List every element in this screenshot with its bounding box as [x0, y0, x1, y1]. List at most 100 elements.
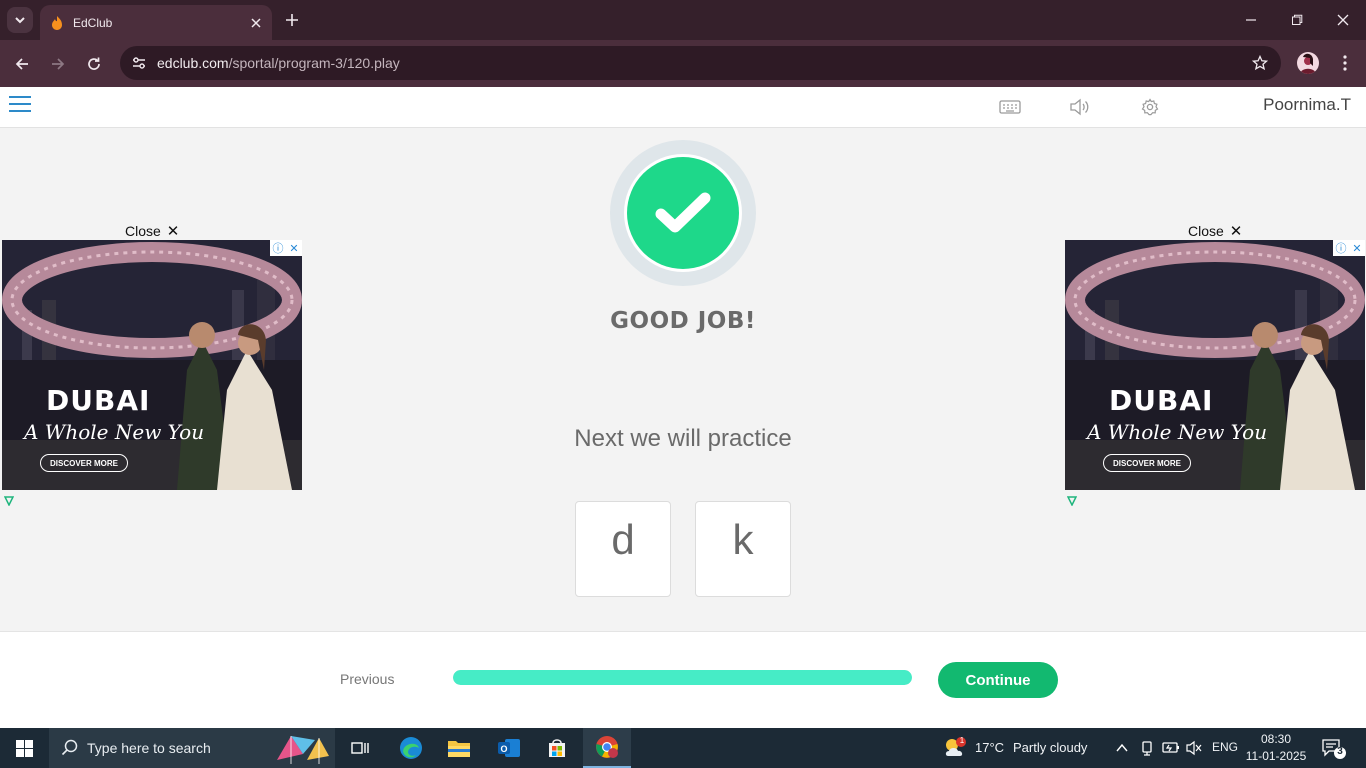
result-title: GOOD JOB!	[610, 308, 756, 334]
ad-close-label: Close	[1188, 223, 1224, 239]
keyboard-button[interactable]	[998, 96, 1022, 118]
browser-tab-bar: EdClub	[0, 0, 1366, 40]
minimize-button[interactable]	[1228, 0, 1274, 40]
taskbar-clock[interactable]: 08:30 11-01-2025	[1244, 731, 1308, 765]
practice-key-card: d	[575, 501, 671, 597]
arrow-left-icon	[15, 58, 28, 70]
ad-close-button[interactable]: Close ✕	[125, 222, 179, 240]
file-explorer-app[interactable]	[435, 728, 483, 768]
hamburger-line	[9, 110, 31, 112]
restore-button[interactable]	[1274, 0, 1320, 40]
battery-icon[interactable]	[1162, 740, 1182, 756]
clock-date: 11-01-2025	[1245, 749, 1307, 763]
back-button[interactable]	[8, 50, 36, 78]
weather-alert-badge: 1	[959, 736, 965, 745]
username-link[interactable]: Poornima.T	[1263, 95, 1351, 115]
meet-now-icon[interactable]	[1140, 740, 1154, 756]
keyboard-icon	[999, 100, 1021, 114]
task-view-icon	[351, 742, 369, 754]
ad-title: DUBAI	[1109, 384, 1214, 417]
close-icon: ✕	[1229, 223, 1243, 240]
volume-muted-icon[interactable]	[1185, 740, 1203, 756]
url-path: /sportal/program-3/120.play	[228, 55, 400, 71]
url-host: edclub.com	[157, 55, 229, 71]
input-language[interactable]: ENG	[1212, 740, 1238, 754]
close-window-button[interactable]	[1320, 0, 1366, 40]
site-info-button[interactable]	[128, 52, 150, 74]
lesson-progress-fill	[453, 670, 912, 685]
hamburger-line	[9, 96, 31, 98]
gear-icon	[1141, 98, 1159, 116]
advertisement-left[interactable]: ⓘ ✕ DUBAI A Whole New You DISCOVER MORE	[2, 240, 302, 490]
edge-browser-app[interactable]	[387, 728, 435, 768]
reload-icon	[88, 57, 100, 70]
next-practice-text: Next we will practice	[574, 425, 792, 452]
notification-count: 3	[1337, 746, 1343, 757]
url-text: edclub.com/sportal/program-3/120.play	[157, 55, 400, 71]
reload-button[interactable]	[80, 50, 108, 78]
close-icon: ✕	[1352, 242, 1362, 255]
tune-icon	[133, 57, 145, 69]
lesson-progress-bar	[453, 670, 912, 685]
windows-logo-icon	[15, 739, 33, 757]
close-icon	[1337, 14, 1349, 26]
success-badge-fill	[627, 157, 739, 269]
avatar-icon	[1300, 53, 1316, 74]
checkmark-icon	[655, 192, 711, 233]
address-bar[interactable]: edclub.com/sportal/program-3/120.play	[120, 46, 1281, 80]
bookmark-button[interactable]	[1249, 52, 1271, 74]
new-tab-button[interactable]	[281, 9, 303, 31]
ad-discover-button[interactable]: DISCOVER MORE	[1103, 454, 1191, 472]
profile-avatar[interactable]	[1297, 52, 1319, 74]
search-icon	[61, 739, 78, 756]
chevron-up-icon[interactable]	[1115, 742, 1129, 754]
tab-close-button[interactable]	[246, 13, 266, 33]
taskbar-search-box[interactable]: Type here to search	[49, 728, 335, 768]
ad-tagline: A Whole New You	[24, 420, 205, 444]
close-icon: ✕	[289, 242, 299, 255]
continue-button[interactable]: Continue	[938, 662, 1058, 698]
ad-title: DUBAI	[46, 384, 151, 417]
folder-icon	[448, 741, 470, 757]
microsoft-store-app[interactable]	[533, 728, 581, 768]
tab-title: EdClub	[73, 15, 113, 30]
edclub-favicon-icon	[52, 15, 62, 30]
ad-choices-badge[interactable]: ⓘ ✕	[1333, 240, 1365, 256]
chrome-app[interactable]	[583, 728, 631, 768]
search-placeholder: Type here to search	[87, 740, 211, 756]
forward-button[interactable]	[44, 50, 72, 78]
advertisement-right[interactable]: ⓘ ✕ DUBAI A Whole New You DISCOVER MORE	[1065, 240, 1365, 490]
outlook-app[interactable]: O	[485, 728, 533, 768]
more-vertical-icon	[1343, 55, 1347, 71]
settings-button[interactable]	[1138, 96, 1162, 118]
store-icon	[549, 739, 565, 757]
browser-menu-button[interactable]	[1335, 51, 1355, 75]
hamburger-line	[9, 103, 31, 105]
tab-search-button[interactable]	[7, 7, 33, 33]
arrow-right-icon	[52, 58, 65, 70]
ad-discover-button[interactable]: DISCOVER MORE	[40, 454, 128, 472]
previous-button[interactable]: Previous	[340, 671, 394, 687]
success-badge	[610, 140, 756, 286]
ad-tagline: A Whole New You	[1087, 420, 1268, 444]
ad-provider-icon	[4, 496, 14, 506]
weather-temperature[interactable]: 17°C	[975, 740, 1004, 755]
app-header: Poornima.T	[0, 87, 1366, 128]
star-icon	[1252, 55, 1268, 71]
ad-choices-badge[interactable]: ⓘ ✕	[270, 240, 302, 256]
sound-button[interactable]	[1068, 96, 1092, 118]
notification-center-button[interactable]: 3	[1320, 736, 1346, 760]
ad-close-button[interactable]: Close ✕	[1188, 222, 1242, 240]
task-view-button[interactable]	[336, 728, 384, 768]
ad-image	[1065, 240, 1365, 490]
menu-button[interactable]	[9, 96, 31, 114]
start-button[interactable]	[0, 728, 48, 768]
browser-tab[interactable]: EdClub	[40, 5, 272, 40]
chrome-icon	[596, 736, 618, 758]
lesson-footer: Previous Continue	[0, 631, 1366, 728]
minimize-icon	[1246, 19, 1256, 21]
ad-close-label: Close	[125, 223, 161, 239]
practice-key-card: k	[695, 501, 791, 597]
weather-description[interactable]: Partly cloudy	[1013, 740, 1087, 755]
svg-text:O: O	[500, 744, 507, 754]
